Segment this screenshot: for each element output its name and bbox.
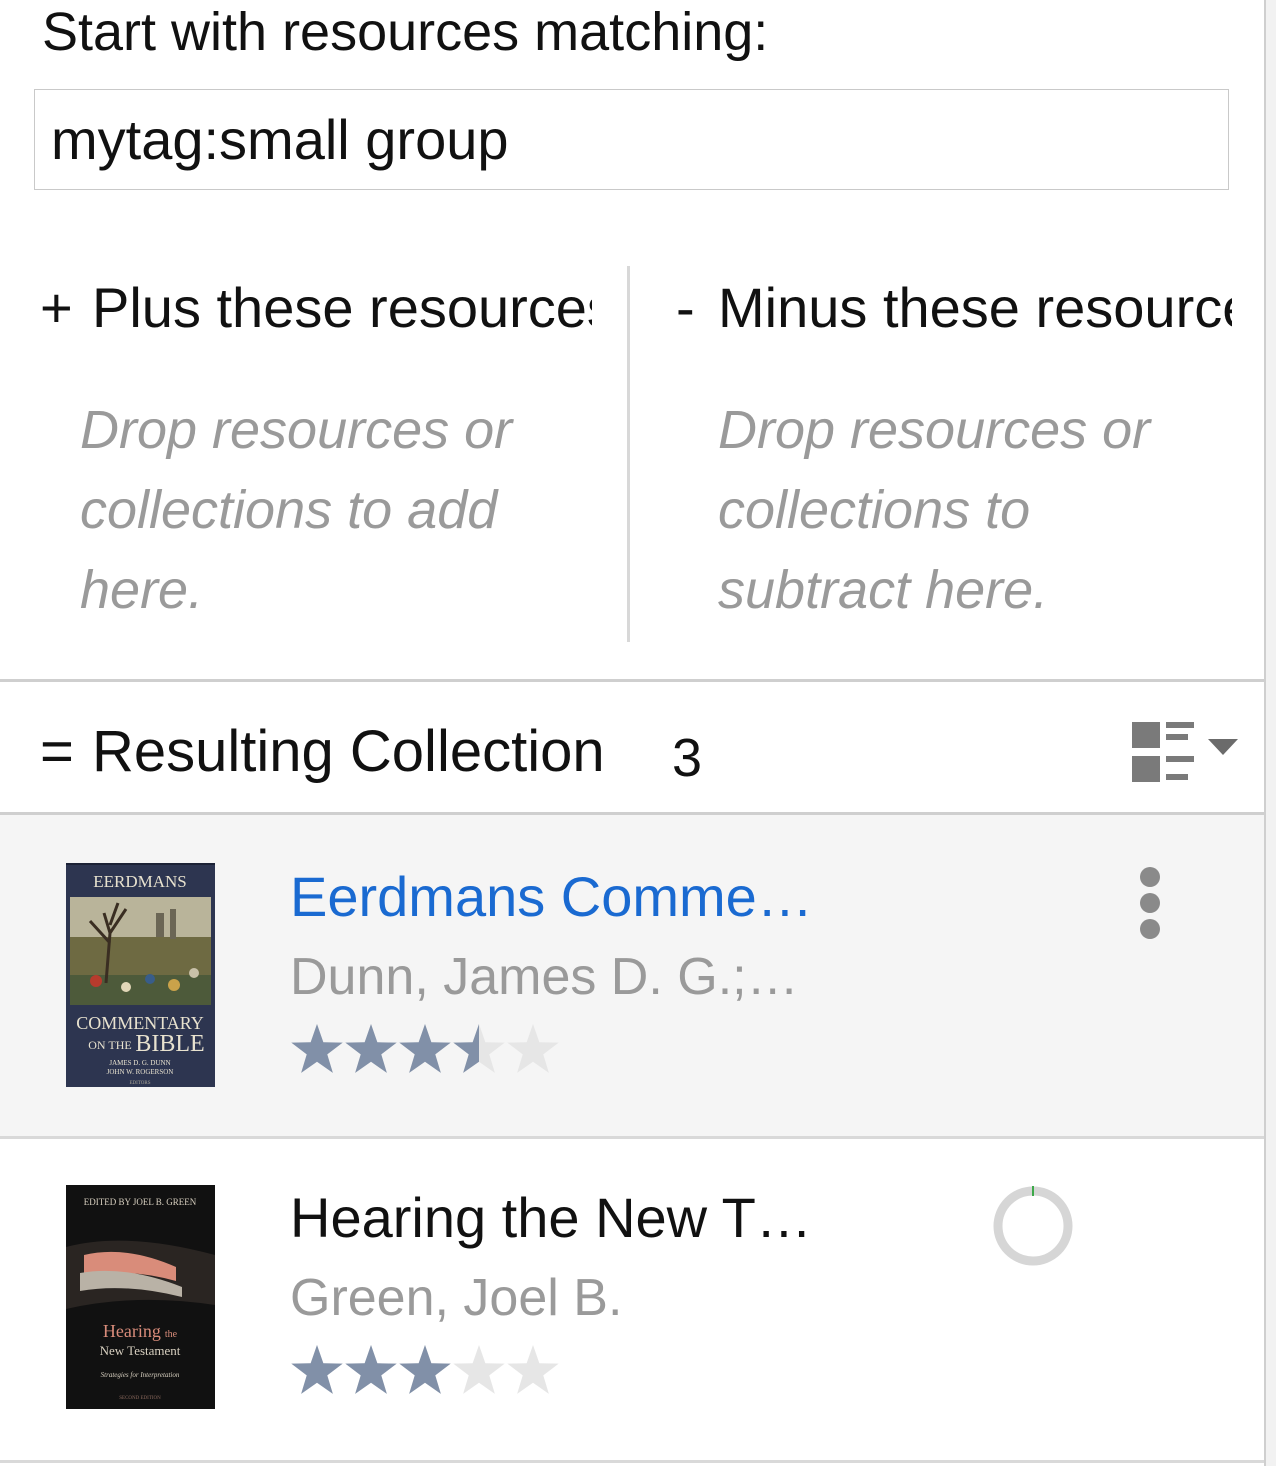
book-cover: EDITED BY JOEL B. GREEN Hearing the New T…: [66, 1185, 215, 1409]
view-options-button[interactable]: [1128, 718, 1244, 788]
list-item[interactable]: EDITED BY JOEL B. GREEN Hearing the New T…: [0, 1139, 1266, 1461]
plus-header: + Plus these resources: [40, 268, 592, 348]
star-empty-icon: [507, 1024, 559, 1073]
download-progress-icon: [990, 1183, 1076, 1269]
cover-edition: SECOND EDITION: [119, 1396, 161, 1401]
resulting-collection-label: = Resulting Collection: [40, 716, 605, 788]
cover-publisher: EERDMANS: [93, 872, 187, 891]
star-filled-icon: [345, 1345, 397, 1394]
collection-editor-panel: Start with resources matching: + Plus the…: [0, 0, 1266, 1466]
minus-header-text: Minus these resources: [718, 276, 1232, 339]
more-options-button[interactable]: [1130, 865, 1170, 945]
star-filled-icon: [345, 1024, 397, 1073]
star-rating-icon: [291, 1345, 559, 1394]
cover-title-main: Hearing: [103, 1321, 161, 1341]
list-item[interactable]: EERDMANS COMMENTARY ON THE BIBLE JAMES D…: [0, 815, 1266, 1137]
star-empty-icon: [507, 1345, 559, 1394]
cover-line1: COMMENTARY: [76, 1013, 204, 1033]
minus-drop-zone[interactable]: - Minus these resources Drop resources or…: [676, 268, 1232, 643]
cover-title-small: the: [165, 1329, 178, 1340]
chevron-down-icon: [1208, 739, 1238, 755]
cover-line2-big: BIBLE: [135, 1031, 204, 1057]
plus-header-text: Plus these resources: [92, 276, 592, 339]
panel-gutter: [1266, 0, 1276, 1466]
resource-title-link[interactable]: Eerdmans Comme…: [290, 862, 813, 932]
cover-line2-small: ON THE: [88, 1038, 131, 1052]
cover-subtitle: Strategies for Interpretation: [101, 1371, 180, 1379]
minus-drop-hint: Drop resources or collections to subtrac…: [718, 400, 1151, 620]
more-vertical-icon: [1140, 867, 1160, 939]
star-empty-icon: [453, 1345, 505, 1394]
minus-symbol: -: [676, 276, 695, 339]
plus-drop-hint: Drop resources or collections to add her…: [80, 400, 513, 620]
resource-author: Dunn, James D. G.;…: [290, 948, 799, 1006]
start-with-label: Start with resources matching:: [42, 2, 769, 62]
cover-footer: EDITORS: [129, 1081, 150, 1086]
divider: [0, 679, 1266, 682]
resource-title[interactable]: Hearing the New T…: [290, 1183, 812, 1253]
column-divider: [627, 266, 630, 642]
rating-stars[interactable]: [290, 1341, 560, 1401]
star-filled-icon: [291, 1345, 343, 1394]
query-input[interactable]: [34, 89, 1229, 190]
star-filled-icon: [399, 1345, 451, 1394]
resource-author: Green, Joel B.: [290, 1269, 623, 1327]
list-view-icon: [1132, 722, 1238, 782]
star-filled-icon: [399, 1024, 451, 1073]
resulting-collection-text: Resulting Collection: [92, 719, 605, 784]
star-rating-icon: [291, 1024, 559, 1073]
cover-title-sub: New Testament: [100, 1343, 181, 1358]
minus-header: - Minus these resources: [676, 268, 1232, 348]
plus-drop-zone[interactable]: + Plus these resources Drop resources or …: [40, 268, 592, 643]
rating-stars[interactable]: [290, 1020, 560, 1080]
plus-symbol: +: [40, 276, 73, 339]
equals-symbol: =: [40, 719, 74, 784]
book-cover: EERDMANS COMMENTARY ON THE BIBLE JAMES D…: [66, 863, 215, 1087]
star-filled-icon: [291, 1024, 343, 1073]
result-count: 3: [672, 728, 703, 788]
divider: [0, 1460, 1266, 1463]
cover-top: EDITED BY JOEL B. GREEN: [84, 1197, 197, 1207]
cover-authors1: JAMES D. G. DUNN: [109, 1059, 170, 1067]
cover-authors2: JOHN W. ROGERSON: [107, 1068, 174, 1076]
